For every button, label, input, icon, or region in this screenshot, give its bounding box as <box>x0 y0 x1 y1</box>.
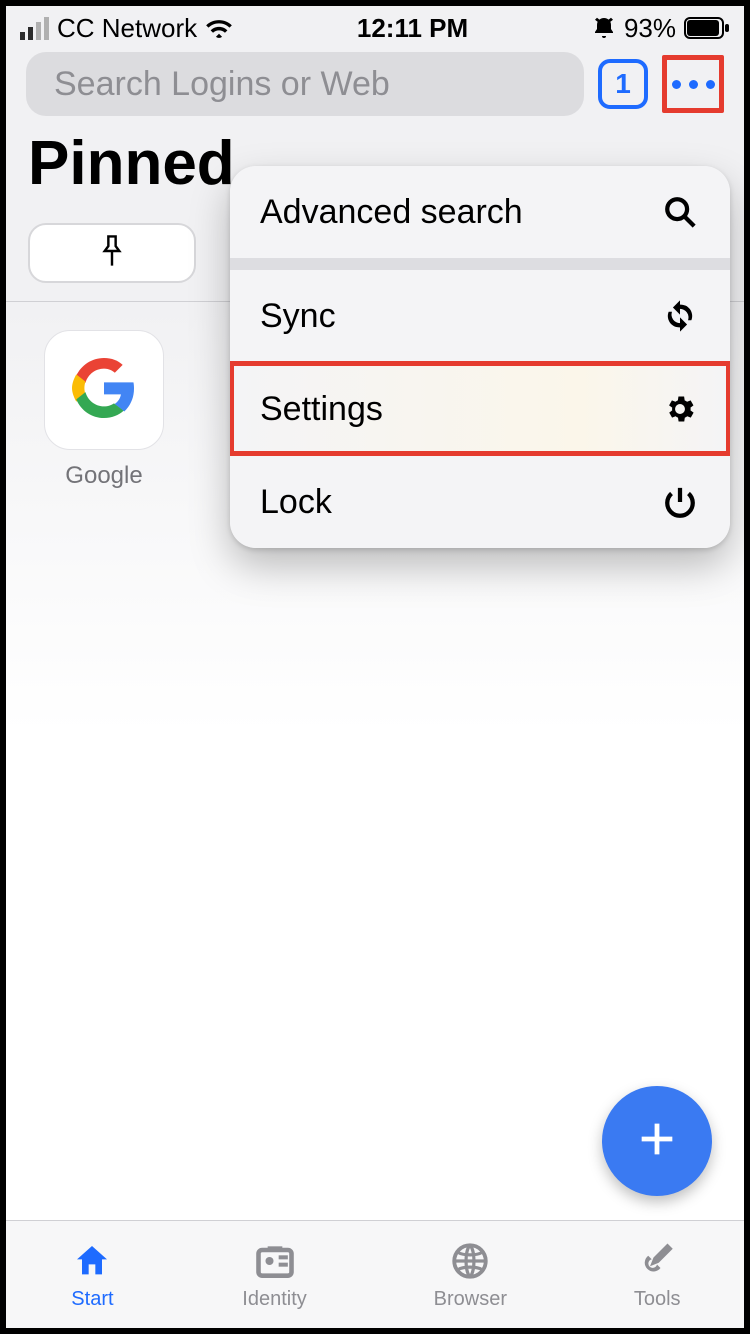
search-icon <box>660 192 700 232</box>
battery-pct-label: 93% <box>624 13 676 44</box>
google-logo-icon <box>72 356 136 425</box>
tab-browser[interactable]: Browser <box>434 1238 507 1311</box>
power-icon <box>660 482 700 522</box>
globe-icon <box>447 1238 493 1284</box>
more-button[interactable] <box>662 55 724 113</box>
menu-item-settings[interactable]: Settings <box>230 362 730 455</box>
menu-item-label: Settings <box>260 390 383 429</box>
top-bar: Search Logins or Web 1 <box>6 48 744 126</box>
menu-divider <box>230 258 730 270</box>
plus-icon <box>634 1116 680 1167</box>
search-input[interactable]: Search Logins or Web <box>26 52 584 116</box>
pinned-app[interactable]: Google <box>34 330 174 490</box>
tools-icon <box>634 1238 680 1284</box>
tab-label: Identity <box>242 1288 306 1311</box>
tab-label: Tools <box>634 1288 681 1311</box>
home-icon <box>69 1238 115 1284</box>
add-button[interactable] <box>602 1086 712 1196</box>
pin-filter-button[interactable] <box>28 223 196 283</box>
tab-identity[interactable]: Identity <box>242 1238 306 1311</box>
tab-label: Browser <box>434 1288 507 1311</box>
tab-bar: Start Identity Browser Tools <box>6 1220 744 1328</box>
identity-icon <box>252 1238 298 1284</box>
app-label: Google <box>34 462 174 490</box>
menu-item-lock[interactable]: Lock <box>230 455 730 548</box>
gear-icon <box>660 389 700 429</box>
menu-item-label: Advanced search <box>260 193 523 232</box>
clock-label: 12:11 PM <box>357 13 468 44</box>
tab-tools[interactable]: Tools <box>634 1238 681 1311</box>
signal-bars-icon <box>20 17 49 40</box>
tab-count-button[interactable]: 1 <box>598 59 648 109</box>
overflow-menu: Advanced search Sync Settings Lo <box>230 166 730 548</box>
status-bar: CC Network 12:11 PM 93% <box>6 6 744 48</box>
tab-label: Start <box>71 1288 113 1311</box>
ellipsis-icon <box>672 80 715 89</box>
sync-icon <box>660 296 700 336</box>
battery-icon <box>684 17 730 39</box>
menu-item-label: Lock <box>260 483 332 522</box>
wifi-icon <box>205 17 233 39</box>
app-tile <box>44 330 164 450</box>
menu-item-sync[interactable]: Sync <box>230 270 730 362</box>
tab-start[interactable]: Start <box>69 1238 115 1311</box>
tab-count-value: 1 <box>615 68 631 100</box>
menu-item-label: Sync <box>260 297 336 336</box>
alarm-icon <box>592 16 616 40</box>
menu-item-advanced-search[interactable]: Advanced search <box>230 166 730 258</box>
carrier-label: CC Network <box>57 13 197 44</box>
pin-icon <box>97 234 127 273</box>
search-placeholder: Search Logins or Web <box>54 65 390 104</box>
